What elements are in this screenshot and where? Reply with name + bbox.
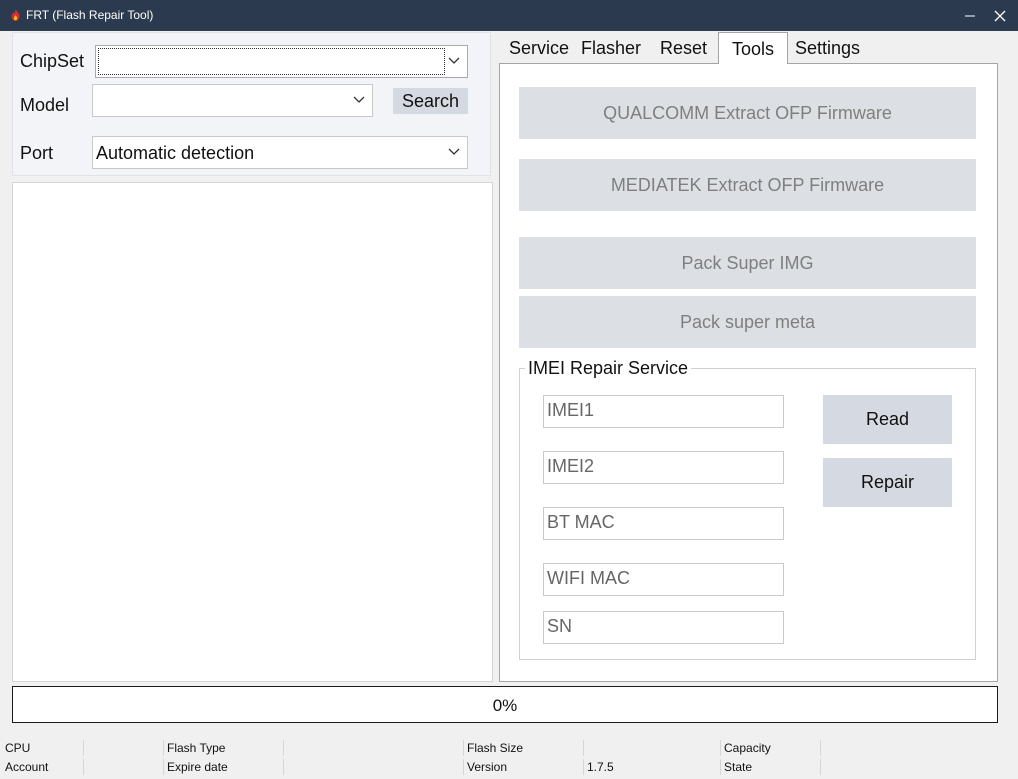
model-label: Model bbox=[20, 95, 70, 115]
status-divider bbox=[83, 740, 84, 756]
progress-text: 0% bbox=[492, 696, 518, 715]
state-label: State bbox=[724, 760, 753, 774]
status-divider bbox=[720, 759, 721, 775]
status-divider bbox=[83, 759, 84, 775]
mediatek-extract-button[interactable]: MEDIATEK Extract OFP Firmware bbox=[519, 159, 976, 211]
tab-tools[interactable]: Tools bbox=[718, 32, 789, 64]
capacity-label: Capacity bbox=[724, 741, 771, 755]
read-button[interactable]: Read bbox=[823, 395, 952, 444]
search-button[interactable]: Search bbox=[393, 88, 468, 114]
progress-bar: 0% bbox=[12, 686, 998, 723]
bt-mac-field[interactable]: BT MAC bbox=[543, 507, 784, 540]
version-value: 1.7.5 bbox=[587, 760, 614, 774]
imei-group-title: IMEI Repair Service bbox=[525, 358, 692, 379]
status-divider bbox=[283, 759, 284, 775]
device-selection-panel: ChipSet Model Search Port Automatic dete… bbox=[12, 32, 491, 176]
model-select[interactable] bbox=[92, 84, 373, 117]
pack-super-img-button[interactable]: Pack Super IMG bbox=[519, 237, 976, 289]
log-output[interactable] bbox=[12, 182, 493, 682]
client-area: ChipSet Model Search Port Automatic dete… bbox=[2, 31, 1016, 777]
status-divider bbox=[820, 759, 821, 775]
window-title: FRT (Flash Repair Tool) bbox=[26, 8, 154, 22]
port-label: Port bbox=[20, 143, 54, 163]
tab-reset[interactable]: Reset bbox=[660, 38, 707, 66]
port-value: Automatic detection bbox=[96, 143, 255, 163]
close-icon bbox=[994, 10, 1006, 21]
status-divider bbox=[583, 759, 584, 775]
chevron-down-icon bbox=[448, 57, 460, 64]
cpu-label: CPU bbox=[5, 741, 31, 755]
close-button[interactable] bbox=[983, 0, 1017, 31]
tab-service[interactable]: Service bbox=[509, 38, 569, 66]
minimize-icon bbox=[965, 15, 975, 16]
chevron-down-icon bbox=[353, 96, 365, 103]
status-divider bbox=[463, 740, 464, 756]
flash-size-label: Flash Size bbox=[467, 741, 524, 755]
chipset-select[interactable] bbox=[95, 45, 468, 78]
qualcomm-extract-button[interactable]: QUALCOMM Extract OFP Firmware bbox=[519, 87, 976, 139]
flash-type-label: Flash Type bbox=[167, 741, 226, 755]
status-divider bbox=[583, 740, 584, 756]
account-label: Account bbox=[5, 760, 49, 774]
imei1-field[interactable]: IMEI1 bbox=[543, 395, 784, 428]
port-select[interactable]: Automatic detection bbox=[92, 136, 468, 169]
status-divider bbox=[720, 740, 721, 756]
status-divider bbox=[163, 740, 164, 756]
status-divider bbox=[163, 759, 164, 775]
focus-indicator bbox=[98, 48, 445, 75]
tab-settings[interactable]: Settings bbox=[795, 38, 860, 66]
app-flame-icon bbox=[11, 9, 20, 21]
chevron-down-icon bbox=[448, 148, 460, 155]
title-bar: FRT (Flash Repair Tool) bbox=[0, 0, 1018, 31]
chipset-label: ChipSet bbox=[20, 51, 85, 71]
status-divider bbox=[820, 740, 821, 756]
version-label: Version bbox=[467, 760, 508, 774]
sn-field[interactable]: SN bbox=[543, 611, 784, 644]
tab-flasher[interactable]: Flasher bbox=[581, 38, 641, 66]
expire-date-label: Expire date bbox=[167, 760, 228, 774]
status-divider bbox=[463, 759, 464, 775]
wifi-mac-field[interactable]: WIFI MAC bbox=[543, 563, 784, 596]
pack-super-meta-button[interactable]: Pack super meta bbox=[519, 296, 976, 348]
minimize-button[interactable] bbox=[953, 0, 987, 31]
repair-button[interactable]: Repair bbox=[823, 458, 952, 507]
imei2-field[interactable]: IMEI2 bbox=[543, 451, 784, 484]
status-bar: CPU Flash Type Flash Size Capacity Accou… bbox=[2, 737, 1016, 777]
status-divider bbox=[283, 740, 284, 756]
